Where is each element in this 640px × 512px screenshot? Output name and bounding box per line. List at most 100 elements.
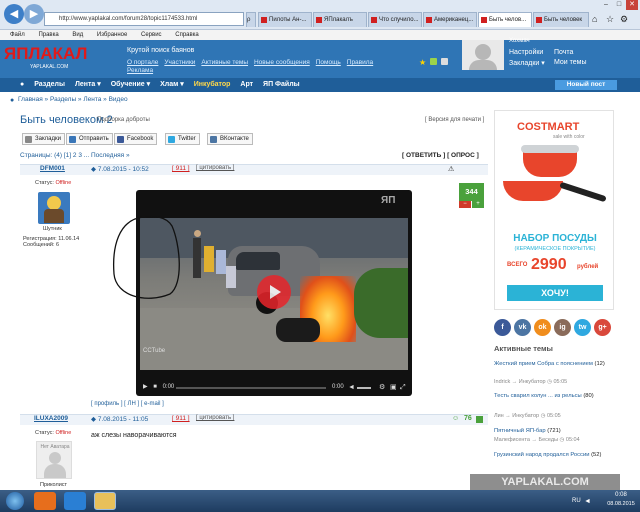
menu-edit[interactable]: Правка bbox=[38, 32, 58, 38]
user-link-settings[interactable]: Настройки bbox=[509, 49, 543, 56]
tools-icon[interactable] bbox=[430, 58, 437, 65]
share-send-button[interactable]: Отправить bbox=[66, 133, 113, 145]
active-topic-3[interactable]: Пятничный ЯП-бар (721) bbox=[494, 427, 614, 435]
header-link-portal[interactable]: О портале bbox=[127, 59, 158, 66]
settings-icon[interactable]: ⚙ bbox=[379, 381, 385, 394]
reply-actions[interactable]: [ ОТВЕТИТЬ ] [ ОПРОС ] bbox=[402, 152, 479, 159]
nav-sections[interactable]: Разделы bbox=[34, 81, 65, 88]
stop-icon[interactable]: ■ bbox=[153, 384, 157, 390]
pagination[interactable]: Страницы: (4) [1] 2 3 ... Последняя » bbox=[20, 152, 130, 159]
author-rank: Шутник bbox=[43, 226, 62, 232]
forward-button[interactable]: ▶ bbox=[24, 4, 44, 24]
nav-feed[interactable]: Лента ▾ bbox=[75, 81, 101, 88]
user-link-mytopics[interactable]: Мои темы bbox=[554, 59, 587, 66]
minimize-button[interactable]: – bbox=[600, 0, 612, 10]
menu-file[interactable]: Файл bbox=[10, 32, 25, 38]
share-vk-button[interactable]: ВКонтакте bbox=[207, 133, 253, 145]
play-small-icon[interactable]: ▶ bbox=[143, 384, 148, 390]
tab-search[interactable]: ρ bbox=[246, 12, 256, 27]
edit-icon[interactable] bbox=[441, 58, 448, 65]
nav-files[interactable]: ЯП Файлы bbox=[263, 81, 300, 88]
menu-tools[interactable]: Сервис bbox=[141, 32, 162, 38]
post-author-2[interactable]: ILUXA2009 bbox=[34, 415, 68, 422]
tab-6[interactable]: Быть человек bbox=[533, 12, 589, 27]
header-link-ads[interactable]: Реклама bbox=[127, 67, 153, 74]
settings-gear-icon[interactable]: ⚙ bbox=[620, 14, 628, 25]
sidebar-ad[interactable]: COSTMART sale with color НАБОР ПОСУДЫ (К… bbox=[494, 110, 614, 310]
user-avatar[interactable] bbox=[462, 40, 504, 70]
site-logo[interactable]: ЯПЛАКАЛ bbox=[4, 44, 87, 64]
header-link-members[interactable]: Участники bbox=[164, 59, 195, 66]
home-icon[interactable]: ⌂ bbox=[592, 14, 597, 24]
video-progress-bar[interactable] bbox=[176, 387, 326, 389]
tab-2[interactable]: ЯПлакалъ bbox=[313, 12, 367, 27]
post-author[interactable]: DFM001 bbox=[40, 165, 65, 172]
share-facebook-button[interactable]: Facebook bbox=[114, 133, 158, 145]
report-icon[interactable]: ⚠ bbox=[448, 165, 454, 173]
quote-link[interactable]: [ цитировать ] bbox=[196, 165, 234, 171]
close-button[interactable]: ✕ bbox=[626, 0, 638, 10]
social-facebook-icon[interactable]: f bbox=[494, 319, 511, 336]
menu-help[interactable]: Справка bbox=[175, 32, 199, 38]
firefox-taskbar-icon[interactable] bbox=[34, 492, 56, 510]
explorer-taskbar-icon[interactable] bbox=[94, 492, 116, 510]
tab-4[interactable]: Американец... bbox=[423, 12, 477, 27]
star-icon[interactable]: ★ bbox=[419, 58, 426, 67]
nav-art[interactable]: Арт bbox=[240, 81, 253, 88]
share-twitter-button[interactable]: Twitter bbox=[165, 133, 200, 145]
post-number[interactable]: [ 911 ] bbox=[172, 165, 190, 172]
social-ok-icon[interactable]: ok bbox=[534, 319, 551, 336]
social-instagram-icon[interactable]: ig bbox=[554, 319, 571, 336]
ie-taskbar-icon[interactable] bbox=[64, 492, 86, 510]
favorites-star-icon[interactable]: ☆ bbox=[606, 14, 614, 25]
user-link-bookmarks[interactable]: Закладки ▾ bbox=[509, 59, 545, 67]
clock-time[interactable]: 0:08 bbox=[606, 492, 636, 498]
header-link-help[interactable]: Помощь bbox=[316, 59, 341, 66]
active-topic-4[interactable]: Грузинский народ продался России (52) bbox=[494, 451, 614, 459]
address-bar[interactable]: http://www.yaplakal.com/forum28/topic117… bbox=[44, 12, 244, 26]
nav-learning[interactable]: Обучение ▾ bbox=[111, 81, 150, 88]
volume-slider[interactable] bbox=[357, 387, 371, 389]
ad-cta-button[interactable]: ХОЧУ! bbox=[507, 285, 603, 301]
ad-brand-sub: sale with color bbox=[553, 134, 585, 140]
post-number-2[interactable]: [ 911 ] bbox=[172, 415, 190, 422]
new-post-button[interactable]: Новый пост bbox=[555, 80, 617, 90]
play-button[interactable] bbox=[257, 275, 291, 309]
share-bookmarks-button[interactable]: Закладки bbox=[22, 133, 65, 145]
tab-3[interactable]: Что случило... bbox=[368, 12, 422, 27]
social-gplus-icon[interactable]: g+ bbox=[594, 319, 611, 336]
vote-up-button[interactable]: + bbox=[472, 201, 484, 208]
popout-icon[interactable]: ▣ bbox=[390, 381, 397, 394]
clock-date[interactable]: 08.08.2015 bbox=[604, 501, 638, 507]
nav-incubator[interactable]: Инкубатор bbox=[194, 81, 231, 88]
post-footer-links[interactable]: [ профиль ] [ ЛН ] [ e-mail ] bbox=[91, 401, 164, 407]
header-link-active[interactable]: Активные темы bbox=[201, 59, 248, 66]
volume-icon[interactable]: ◄ bbox=[348, 381, 355, 394]
author-avatar[interactable] bbox=[38, 192, 70, 224]
active-topic-2[interactable]: Тесть сварил колун ... из рельсы (80) bbox=[494, 392, 614, 400]
maximize-button[interactable]: □ bbox=[613, 0, 625, 10]
social-vk-icon[interactable]: vk bbox=[514, 319, 531, 336]
video-tree bbox=[354, 268, 408, 338]
header-link-rules[interactable]: Правила bbox=[347, 59, 373, 66]
menu-view[interactable]: Вид bbox=[72, 32, 83, 38]
vote-up-button-2[interactable] bbox=[476, 416, 483, 423]
author-avatar-2[interactable]: Нет Аватара bbox=[36, 441, 72, 479]
active-topic-1[interactable]: Жесткий прием Собра с пояснением (12) bbox=[494, 360, 614, 368]
tab-5-active[interactable]: Быть челов... bbox=[478, 12, 532, 27]
breadcrumb[interactable]: Главная » Разделы » Лента » Видео bbox=[18, 96, 128, 103]
header-link-new[interactable]: Новые сообщения bbox=[254, 59, 310, 66]
vote-down-button[interactable]: − bbox=[459, 201, 471, 208]
fullscreen-icon[interactable]: ⤢ bbox=[400, 381, 406, 394]
user-link-mail[interactable]: Почта bbox=[554, 49, 573, 56]
start-button[interactable] bbox=[6, 492, 24, 510]
quote-link-2[interactable]: [ цитировать ] bbox=[196, 415, 234, 421]
volume-tray-icon[interactable]: ◄ bbox=[584, 498, 591, 505]
print-version-link[interactable]: [ Версия для печати ] bbox=[425, 117, 484, 123]
menu-favorites[interactable]: Избранное bbox=[97, 32, 127, 38]
social-twitter-icon[interactable]: tw bbox=[574, 319, 591, 336]
nav-junk[interactable]: Хлам ▾ bbox=[160, 81, 184, 88]
back-button[interactable]: ◀ bbox=[4, 4, 24, 24]
language-indicator[interactable]: RU bbox=[572, 498, 581, 504]
tab-1[interactable]: Пилоты Ан-... bbox=[258, 12, 312, 27]
